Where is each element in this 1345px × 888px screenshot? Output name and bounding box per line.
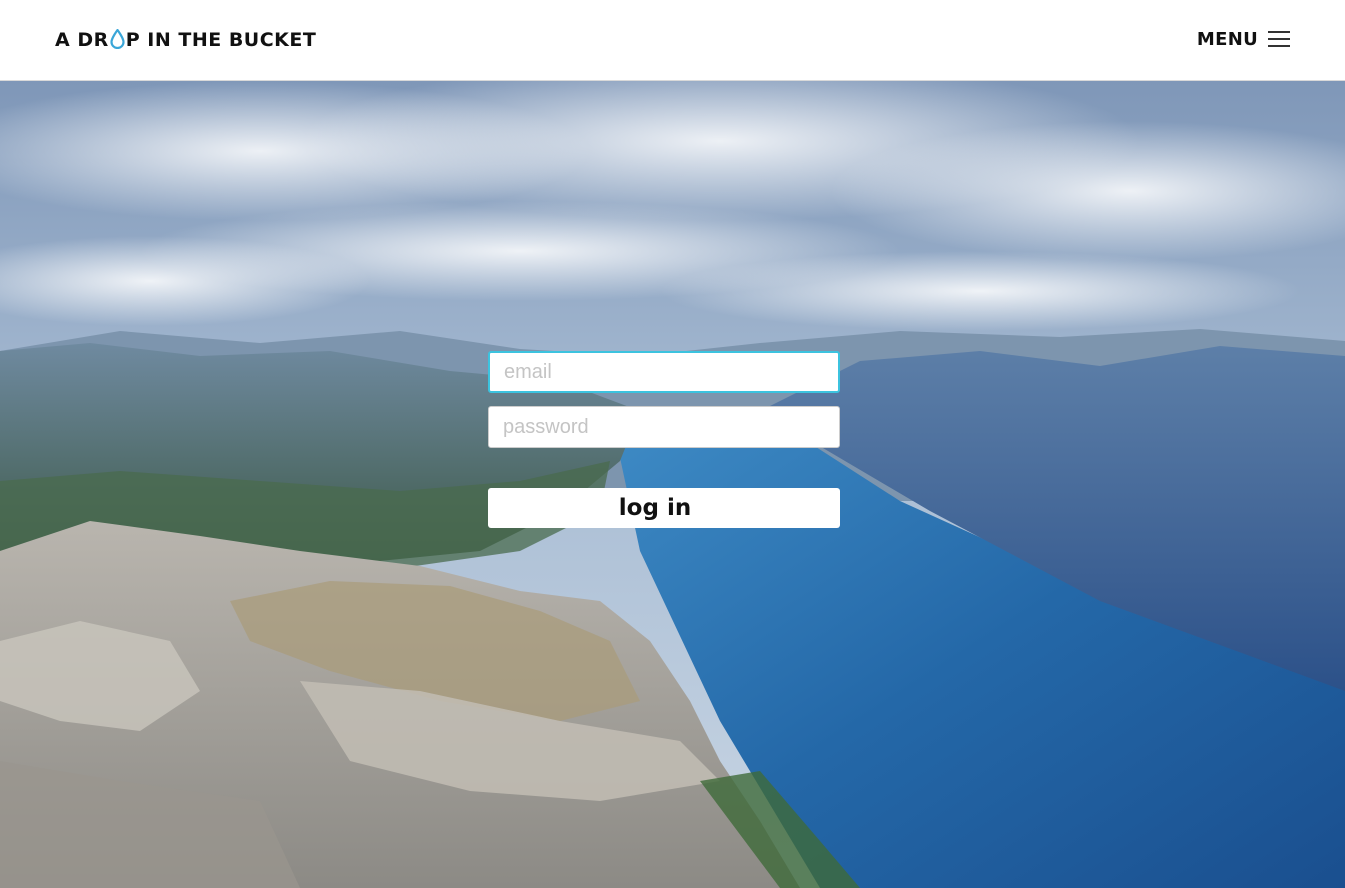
hamburger-icon (1268, 31, 1290, 47)
site-header: A DR P IN THE BUCKET MENU (0, 0, 1345, 81)
email-input[interactable] (488, 351, 840, 393)
password-input[interactable] (488, 406, 840, 448)
menu-button[interactable]: MENU (1197, 27, 1290, 51)
site-logo[interactable]: A DR P IN THE BUCKET (55, 27, 316, 53)
logo-text-end: P IN THE BUCKET (125, 29, 317, 51)
login-button[interactable]: log in (488, 488, 840, 528)
menu-label: MENU (1196, 28, 1258, 50)
water-drop-icon (110, 29, 125, 49)
login-form: log in (488, 351, 840, 528)
logo-text-start: A DR (55, 29, 109, 51)
